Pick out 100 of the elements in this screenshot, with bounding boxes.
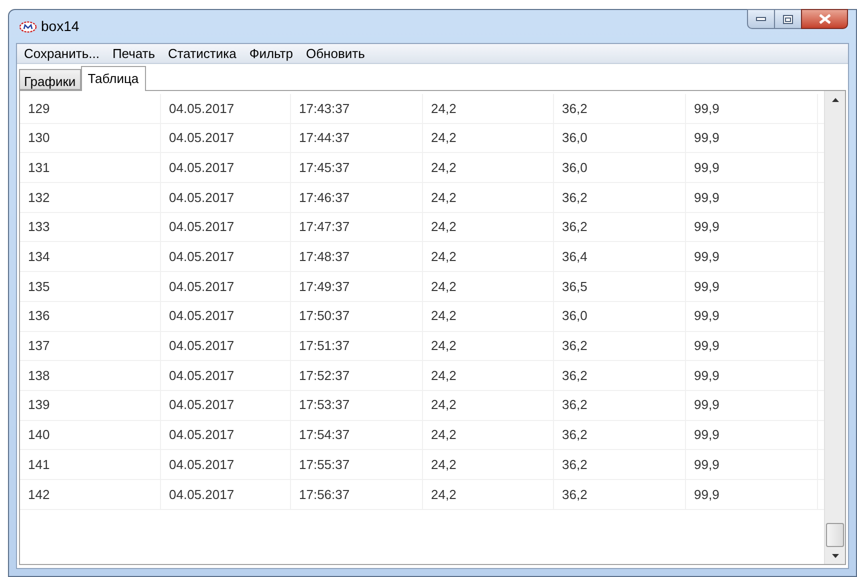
table-cell: 17:51:37	[291, 332, 423, 360]
table-cell: 17:55:37	[291, 450, 423, 479]
table-cell: 17:53:37	[291, 390, 423, 420]
table-cell: 36,2	[554, 183, 686, 212]
table-cell: 36,2	[554, 390, 686, 420]
table-cell: 24,2	[423, 390, 554, 420]
table-cell: 04.05.2017	[161, 124, 291, 152]
table-cell: 99,9	[686, 361, 818, 390]
table-cell: 36,2	[554, 480, 686, 509]
table-cell: 04.05.2017	[161, 212, 291, 242]
table-cell: 24,2	[423, 272, 554, 301]
table-cell: 36,2	[554, 420, 686, 450]
table-cell: 130	[20, 124, 161, 152]
table-cell: 04.05.2017	[161, 302, 291, 330]
table-cell: 24,2	[423, 420, 554, 450]
table-cell: 17:54:37	[291, 420, 423, 450]
menu-item[interactable]: Обновить	[300, 44, 370, 64]
maximize-icon	[783, 14, 793, 24]
table-cell: 04.05.2017	[161, 183, 291, 212]
table-cell: 138	[20, 361, 161, 390]
table-cell: 36,2	[554, 332, 686, 360]
table-cell: 135	[20, 272, 161, 301]
table-cell: 04.05.2017	[161, 390, 291, 420]
table-cell: 142	[20, 480, 161, 509]
table-cell: 36,2	[554, 94, 686, 123]
table-cell: 36,4	[554, 242, 686, 272]
table-cell: 36,2	[554, 361, 686, 390]
table-cell: 24,2	[423, 450, 554, 479]
table-cell: 24,2	[423, 94, 554, 123]
menu-item[interactable]: Печать	[107, 44, 160, 64]
table-cell: 24,2	[423, 332, 554, 360]
table-cell: 17:44:37	[291, 124, 423, 152]
table-cell: 36,0	[554, 153, 686, 182]
table-cell: 17:47:37	[291, 212, 423, 242]
table-cell: 137	[20, 332, 161, 360]
table-cell: 99,9	[686, 183, 818, 212]
table-cell: 04.05.2017	[161, 332, 291, 360]
table-cell: 139	[20, 390, 161, 420]
table-cell: 132	[20, 183, 161, 212]
table-cell: 140	[20, 420, 161, 450]
table-cell: 17:49:37	[291, 272, 423, 301]
table-cell: 99,9	[686, 272, 818, 301]
table-cell: 24,2	[423, 361, 554, 390]
table-cell: 133	[20, 212, 161, 242]
app-logo-icon	[19, 20, 37, 32]
maximize-button[interactable]	[775, 9, 801, 29]
table-cell: 99,9	[686, 153, 818, 182]
table-cell: 04.05.2017	[161, 94, 291, 123]
table-cell: 24,2	[423, 242, 554, 272]
table-cell: 04.05.2017	[161, 272, 291, 301]
table-cell: 17:48:37	[291, 242, 423, 272]
menu-item[interactable]: Сохранить...	[19, 44, 104, 64]
table-cell: 04.05.2017	[161, 242, 291, 272]
table-cell: 24,2	[423, 183, 554, 212]
table-cell: 17:56:37	[291, 480, 423, 509]
vertical-scrollbar[interactable]	[824, 91, 845, 564]
table-cell: 136	[20, 302, 161, 330]
table-cell: 24,2	[423, 212, 554, 242]
menu-item[interactable]: Статистика	[163, 44, 242, 64]
table-cell: 17:45:37	[291, 153, 423, 182]
table-cell: 36,2	[554, 450, 686, 479]
table-cell: 99,9	[686, 242, 818, 272]
table-cell: 04.05.2017	[161, 450, 291, 479]
table-cell: 99,9	[686, 302, 818, 330]
scrollbar-thumb[interactable]	[826, 523, 844, 547]
table-cell: 99,9	[686, 332, 818, 360]
table-cell: 17:52:37	[291, 361, 423, 390]
table-cell: 141	[20, 450, 161, 479]
table-cell: 24,2	[423, 124, 554, 152]
table-cell: 04.05.2017	[161, 153, 291, 182]
table-cell: 36,5	[554, 272, 686, 301]
window-title: box14	[41, 17, 80, 36]
table-cell: 24,2	[423, 302, 554, 330]
table-cell: 99,9	[686, 94, 818, 123]
table-cell: 36,2	[554, 212, 686, 242]
table-cell: 04.05.2017	[161, 480, 291, 509]
table-cell: 17:50:37	[291, 302, 423, 330]
close-icon	[818, 14, 830, 24]
table-cell: 129	[20, 94, 161, 123]
table-cell: 04.05.2017	[161, 420, 291, 450]
menu-item[interactable]: Фильтр	[244, 44, 298, 64]
table-cell: 36,0	[554, 302, 686, 330]
close-button[interactable]	[801, 9, 848, 29]
table-cell: 131	[20, 153, 161, 182]
minimize-button[interactable]	[747, 9, 775, 29]
table-cell: 24,2	[423, 480, 554, 509]
table-cell: 17:46:37	[291, 183, 423, 212]
table-cell: 99,9	[686, 420, 818, 450]
table-cell: 17:43:37	[291, 94, 423, 123]
table-cell: 04.05.2017	[161, 361, 291, 390]
minimize-icon	[756, 17, 766, 21]
table-cell: 36,0	[554, 124, 686, 152]
table-cell: 99,9	[686, 390, 818, 420]
table-cell: 24,2	[423, 153, 554, 182]
table-cell: 99,9	[686, 212, 818, 242]
table-cell: 134	[20, 242, 161, 272]
tab[interactable]: Таблица	[80, 66, 146, 91]
tab[interactable]: Графики	[19, 69, 81, 90]
table-cell: 99,9	[686, 124, 818, 152]
table-cell: 99,9	[686, 480, 818, 509]
